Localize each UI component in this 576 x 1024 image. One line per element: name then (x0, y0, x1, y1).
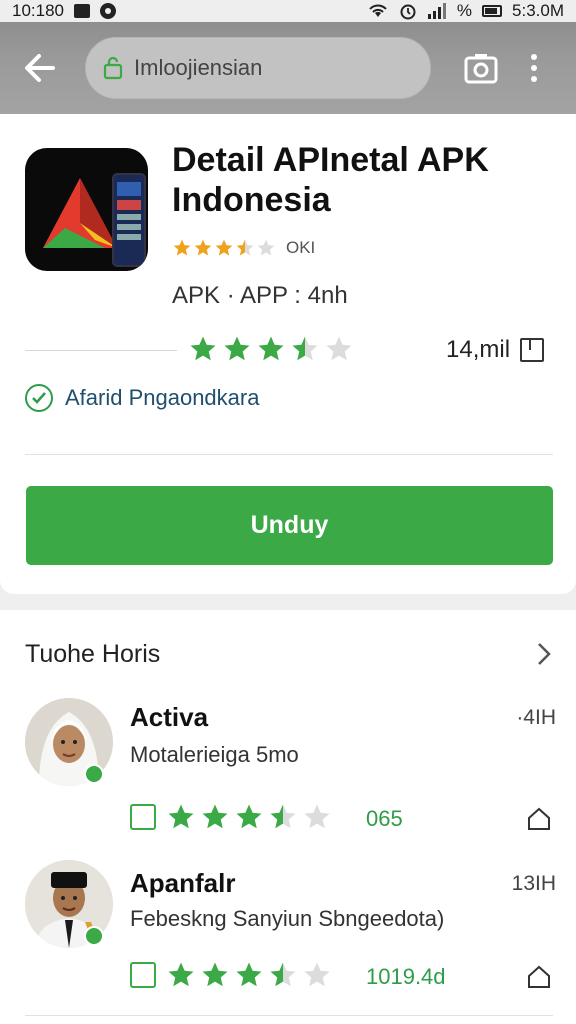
review-time: 13IH (511, 872, 556, 895)
star-icon (173, 239, 191, 256)
app-icon (25, 148, 148, 271)
app-rating-small-stars (172, 238, 276, 258)
star-icon (326, 336, 352, 361)
divider (25, 454, 553, 455)
more-vert-icon (531, 54, 537, 60)
star-icon (168, 804, 194, 829)
star-icon (236, 239, 254, 256)
review-stars (166, 960, 332, 990)
home-icon[interactable] (526, 964, 552, 990)
star-icon (304, 804, 330, 829)
download-icon (520, 338, 545, 362)
review-count: 1019.4d (366, 964, 446, 989)
star-icon (257, 239, 275, 256)
search-input[interactable] (134, 55, 404, 81)
review-item: Apanfalr 13IH Febeskng Sanyiun Sbngeedot… (0, 860, 576, 1024)
star-icon (304, 962, 330, 987)
review-stars (166, 802, 332, 832)
star-icon (224, 336, 250, 361)
camera-button[interactable] (463, 50, 499, 86)
star-icon (292, 336, 318, 361)
signal-icon (427, 3, 446, 19)
review-rating (130, 960, 332, 990)
record-icon (100, 3, 116, 19)
downloads-count: 14,mil (446, 336, 511, 363)
back-arrow-icon (25, 54, 55, 82)
home-icon[interactable] (526, 806, 552, 832)
reviews-section: Tuohe Horis Activa ·4IH Motalerieiga 5mo… (0, 610, 576, 1024)
app-meta: APK · APP : 4nh (172, 282, 348, 309)
alarm-icon (400, 4, 416, 20)
app-downloads: 14,mil (446, 336, 545, 364)
chevron-right-icon[interactable] (534, 640, 554, 668)
star-icon (236, 804, 262, 829)
more-options-button[interactable] (527, 50, 541, 86)
reviewer-name: Activa (130, 702, 209, 732)
check-circle-icon (25, 384, 53, 412)
review-rating (130, 802, 332, 832)
star-icon (168, 962, 194, 987)
star-icon (270, 804, 296, 829)
reviewer-name: Apanfalr (130, 868, 236, 898)
star-icon (202, 962, 228, 987)
notification-icon (74, 4, 90, 18)
review-text: Motalerieiga 5mo (130, 742, 299, 767)
star-icon (202, 804, 228, 829)
star-icon (190, 336, 216, 361)
verified-badge: Afarid Pngaondkara (25, 384, 259, 412)
battery-icon (482, 5, 503, 17)
review-text: Febeskng Sanyiun Sbngeedota) (130, 906, 445, 931)
star-icon (270, 962, 296, 987)
divider (25, 1015, 553, 1016)
status-time-right: 5:3.0M (512, 1, 564, 20)
app-rating-summary: OKI (172, 238, 315, 258)
review-item: Activa ·4IH Motalerieiga 5mo 065 (0, 694, 576, 864)
lock-icon (102, 56, 124, 80)
review-time: ·4IH (516, 706, 556, 729)
verified-text: Afarid Pngaondkara (65, 385, 260, 410)
search-bar[interactable] (85, 37, 431, 99)
app-title: Detail APInetal APK Indonesia (172, 141, 489, 219)
battery-percent: % (456, 1, 473, 20)
star-icon (194, 239, 212, 256)
reviewer-badge-icon (84, 764, 104, 784)
status-bar: 10:180 % 5:3.0M (0, 0, 576, 22)
star-icon (236, 962, 262, 987)
star-icon (215, 239, 233, 256)
status-time-left: 10:180 (12, 1, 64, 20)
app-rating-stars (188, 334, 354, 364)
camera-icon (464, 54, 498, 84)
install-button[interactable]: Unduy (26, 486, 553, 565)
edit-icon[interactable] (130, 804, 156, 830)
app-toolbar (0, 22, 576, 114)
back-button[interactable] (15, 43, 65, 93)
reviews-header[interactable]: Tuohe Horis (25, 640, 160, 669)
reviewer-badge-icon (84, 926, 104, 946)
wifi-icon (369, 4, 387, 17)
edit-icon[interactable] (130, 962, 156, 988)
review-count: 065 (366, 806, 403, 831)
star-icon (258, 336, 284, 361)
divider (25, 350, 177, 351)
app-detail-card: Detail APInetal APK Indonesia OKI APK · … (0, 114, 576, 594)
app-rating-text: OKI (286, 238, 316, 257)
